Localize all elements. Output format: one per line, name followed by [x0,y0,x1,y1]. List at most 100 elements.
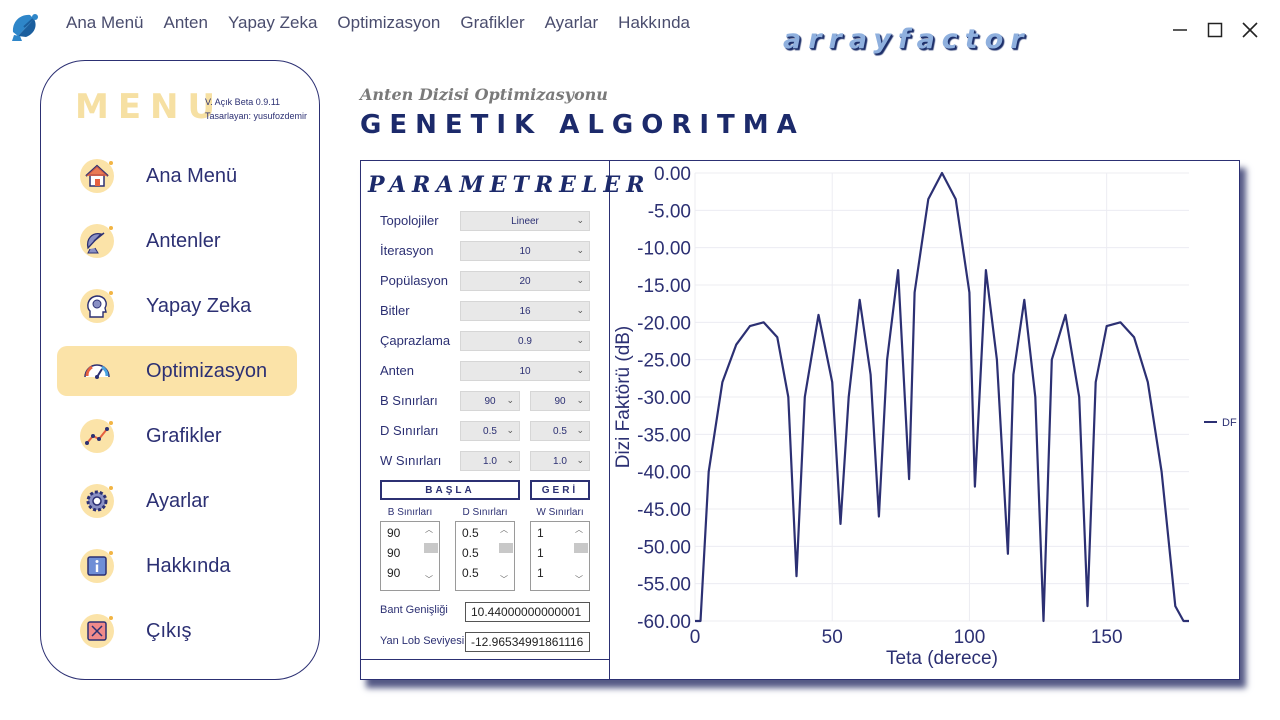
list-scrollbar[interactable]: ︿ ﹀ [573,524,588,588]
brand-logo-text: arrayfactor [783,24,1031,55]
menu-title: MENU [75,87,225,127]
caprazlama-select[interactable]: 0.9 ⌄ [460,331,590,351]
select-value: 0.5 [483,425,497,437]
select-value: 10 [519,245,531,257]
list-item[interactable]: 0.5 [462,526,479,540]
b-sinir-max-select[interactable]: 90 ⌄ [530,391,590,411]
y-tick-label: -5.00 [648,201,691,222]
sidebar-item-ana-menu[interactable]: Ana Menü [57,151,297,201]
x-tick-label: 100 [954,627,986,648]
parameters-title: PARAMETRELER [368,172,651,198]
topnav-grafikler[interactable]: Grafikler [450,13,534,33]
anten-select[interactable]: 10 ⌄ [460,361,590,381]
select-value: Lineer [511,215,539,227]
y-tick-label: -55.00 [637,575,691,596]
sidebar-item-label: Grafikler [146,424,222,447]
chevron-down-icon: ⌄ [576,335,584,345]
sidebar-item-label: Optimizasyon [146,359,268,382]
list-item[interactable]: 0.5 [462,566,479,580]
d-sinir-min-select[interactable]: 0.5 ⌄ [460,421,520,441]
d-sinir-max-select[interactable]: 0.5 ⌄ [530,421,590,441]
sidebar-item-optimizasyon[interactable]: Optimizasyon [57,346,297,396]
list-item[interactable]: 90 [387,546,400,560]
version-label: V. Açık Beta 0.9.11 [205,97,281,107]
sidebar-item-ayarlar[interactable]: Ayarlar [57,476,297,526]
home-icon [78,157,116,195]
iterasyon-select[interactable]: 10 ⌄ [460,241,590,261]
chevron-down-icon: ⌄ [576,275,584,285]
sidebar-item-label: Hakkında [146,554,231,577]
scroll-down-icon[interactable]: ﹀ [500,574,508,585]
topnav-ayarlar[interactable]: Ayarlar [535,13,609,33]
maximize-button[interactable] [1200,16,1230,44]
chevron-down-icon: ⌄ [506,425,514,435]
list-item[interactable]: 0.5 [462,546,479,560]
y-axis-label: Dizi Faktörü (dB) [613,326,634,469]
scroll-thumb[interactable] [424,543,438,553]
scroll-down-icon[interactable]: ﹀ [575,574,583,585]
sidebar-item-antenler[interactable]: Antenler [57,216,297,266]
sidebar-item-yapay-zeka[interactable]: Yapay Zeka [57,281,297,331]
y-tick-label: -40.00 [637,463,691,484]
w-sinir-min-select[interactable]: 1.0 ⌄ [460,451,520,471]
sidebar-item-cikis[interactable]: Çıkış [57,606,297,656]
close-button[interactable] [1235,16,1265,44]
list-scrollbar[interactable]: ︿ ﹀ [423,524,438,588]
optimization-panel: PARAMETRELER Topolojiler Lineer ⌄ İterasy… [360,160,1240,680]
start-button[interactable]: BAŞLA [380,480,520,500]
y-tick-label: -35.00 [637,425,691,446]
chevron-down-icon: ⌄ [576,425,584,435]
d-sinirlari-list[interactable]: 0.5 0.5 0.5 ︿ ﹀ [455,521,515,591]
sidebar-item-grafikler[interactable]: Grafikler [57,411,297,461]
w-sinir-max-select[interactable]: 1.0 ⌄ [530,451,590,471]
list-scrollbar[interactable]: ︿ ﹀ [498,524,513,588]
legend-label: DF [1222,417,1237,429]
topoloji-select[interactable]: Lineer ⌄ [460,211,590,231]
sidelobe-label: Yan Lob Seviyesi [380,635,465,647]
scroll-thumb[interactable] [499,543,513,553]
app-window: Ana Menü Anten Yapay Zeka Optimizasyon G… [0,0,1280,720]
b-sinirlari-list[interactable]: 90 90 90 ︿ ﹀ [380,521,440,591]
b-sinir-min-select[interactable]: 90 ⌄ [460,391,520,411]
select-value: 90 [484,395,496,407]
bandwidth-field[interactable]: 10.44000000000001 [465,602,590,622]
minimize-button[interactable] [1165,16,1195,44]
x-tick-label: 0 [690,627,701,648]
chevron-down-icon: ⌄ [506,395,514,405]
scroll-up-icon[interactable]: ︿ [425,524,433,535]
select-value: 16 [519,305,531,317]
select-value: 1.0 [553,455,567,467]
list-item[interactable]: 1 [537,526,544,540]
topnav-optimizasyon[interactable]: Optimizasyon [327,13,450,33]
sidebar-item-label: Çıkış [146,619,192,642]
topnav-yapay-zeka[interactable]: Yapay Zeka [218,13,327,33]
topnav-anten[interactable]: Anten [154,13,218,33]
close-icon [1242,22,1258,38]
scroll-up-icon[interactable]: ︿ [575,524,583,535]
sidebar-item-hakkinda[interactable]: Hakkında [57,541,297,591]
list-header-b: B Sınırları [387,507,433,518]
list-item[interactable]: 1 [537,566,544,580]
populasyon-select[interactable]: 20 ⌄ [460,271,590,291]
list-item[interactable]: 90 [387,566,400,580]
topnav-ana-menu[interactable]: Ana Menü [56,13,154,33]
sidelobe-field[interactable]: -12.96534991861116 [465,632,590,652]
bitler-select[interactable]: 16 ⌄ [460,301,590,321]
page-subtitle: Anten Dizisi Optimizasyonu [360,85,608,104]
list-item[interactable]: 90 [387,526,400,540]
sidebar-item-label: Antenler [146,229,221,252]
scroll-thumb[interactable] [574,543,588,553]
topnav-hakkinda[interactable]: Hakkında [608,13,700,33]
w-sinirlari-list[interactable]: 1 1 1 ︿ ﹀ [530,521,590,591]
back-button[interactable]: GERİ [530,480,590,500]
x-axis-label: Teta (derece) [886,648,998,669]
list-item[interactable]: 1 [537,546,544,560]
param-label-populasyon: Popülasyon [380,273,448,288]
sidebar-item-label: Ana Menü [146,164,238,187]
select-value: 0.5 [553,425,567,437]
chevron-down-icon: ⌄ [576,215,584,225]
scroll-up-icon[interactable]: ︿ [500,524,508,535]
y-tick-label: 0.00 [654,164,691,185]
scroll-down-icon[interactable]: ﹀ [425,574,433,585]
param-label-bitler: Bitler [380,303,410,318]
